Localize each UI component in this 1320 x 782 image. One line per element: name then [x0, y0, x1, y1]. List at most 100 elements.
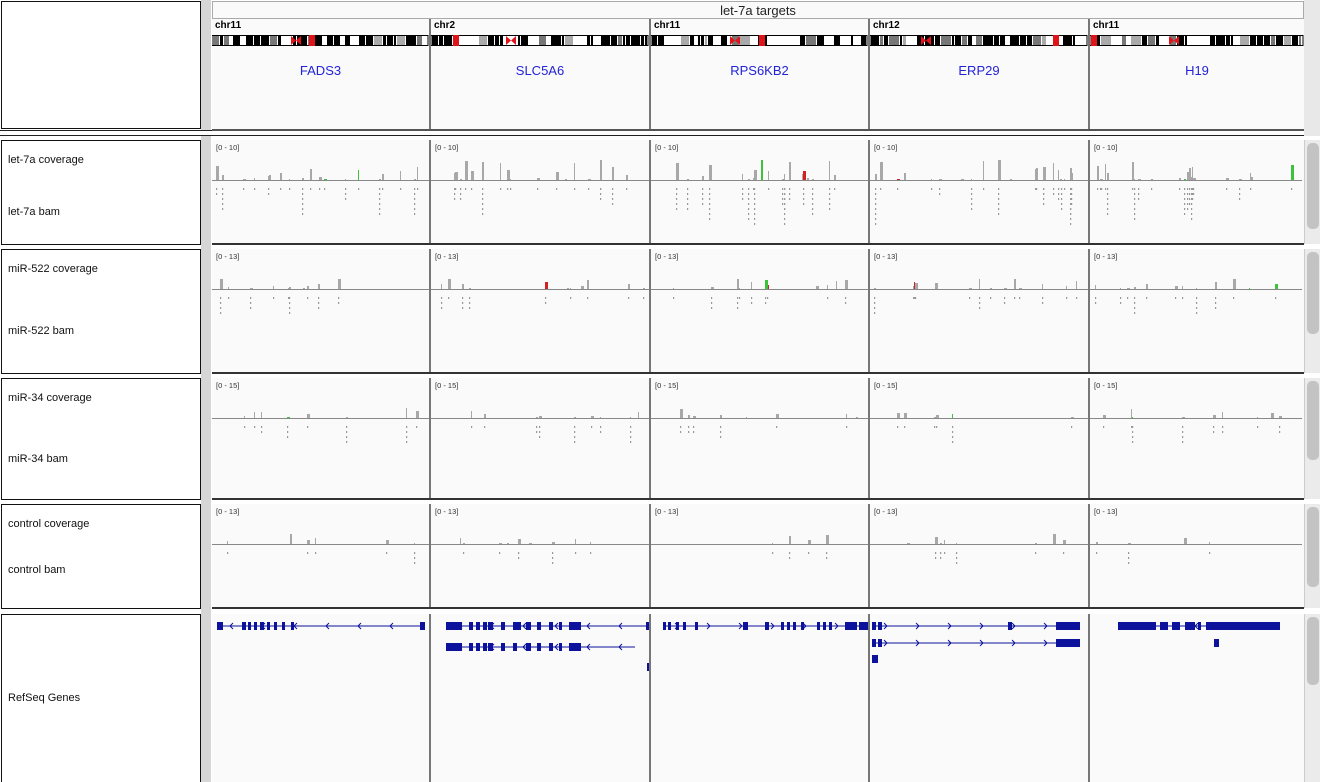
coverage-and-alignment-plot[interactable] [212, 140, 429, 243]
chromosome-label: chr12 [873, 20, 900, 31]
header-right-edge [1304, 0, 1320, 136]
coverage-and-alignment-plot[interactable] [870, 504, 1088, 607]
header-title-bar: let-7a targets [212, 1, 1304, 19]
coverage-and-alignment-plot[interactable] [1090, 378, 1302, 498]
refseq-locus-panel[interactable] [212, 614, 431, 782]
coverage-track-label[interactable]: miR-522 coverage [8, 263, 98, 275]
locus-data-panel[interactable]: [0 - 13] [870, 249, 1090, 372]
coverage-and-alignment-plot[interactable] [870, 378, 1088, 498]
coverage-and-alignment-plot[interactable] [212, 504, 429, 607]
coverage-and-alignment-plot[interactable] [212, 378, 429, 498]
scrollbar-mir-34[interactable] [1304, 378, 1320, 499]
locus-data-panel[interactable]: [0 - 13] [431, 249, 651, 372]
locus-data-panel[interactable]: [0 - 15] [870, 378, 1090, 498]
chromosome-ideogram[interactable] [651, 35, 868, 46]
gene-model-plot[interactable] [651, 614, 868, 782]
coverage-and-alignment-plot[interactable] [870, 140, 1088, 243]
coverage-and-alignment-plot[interactable] [651, 140, 868, 243]
coverage-and-alignment-plot[interactable] [1090, 140, 1302, 243]
chromosome-label: chr2 [434, 20, 456, 31]
coverage-and-alignment-plot[interactable] [651, 378, 868, 498]
coverage-and-alignment-plot[interactable] [1090, 249, 1302, 372]
locus-data-panel[interactable]: [0 - 15] [431, 378, 651, 498]
scrollbar-thumb[interactable] [1307, 381, 1319, 460]
coverage-and-alignment-plot[interactable] [431, 249, 649, 372]
track-name-panel-mir-34: miR-34 coverage miR-34 bam [1, 378, 201, 500]
coverage-and-alignment-plot[interactable] [651, 504, 868, 607]
locus-header-1[interactable]: chr2 SLC5A6 [431, 19, 651, 129]
locus-header-2[interactable]: chr11 RPS6KB2 [651, 19, 870, 129]
refseq-locus-panel[interactable] [1090, 614, 1304, 782]
scrollbar-thumb[interactable] [1307, 252, 1319, 334]
locus-header-0[interactable]: chr11 FADS3 [212, 19, 431, 129]
scrollbar-let-7a[interactable] [1304, 140, 1320, 244]
locus-data-panel[interactable]: [0 - 13] [212, 504, 431, 607]
coverage-track-label[interactable]: control coverage [8, 518, 89, 530]
locus-data-panel[interactable]: [0 - 13] [1090, 249, 1304, 372]
chromosome-label: chr11 [654, 20, 681, 31]
scrollbar-mir-522[interactable] [1304, 249, 1320, 373]
locus-data-panel[interactable]: [0 - 15] [1090, 378, 1304, 498]
gene-model-plot[interactable] [870, 614, 1088, 782]
coverage-track-label[interactable]: let-7a coverage [8, 154, 84, 166]
data-panel-mir-522: [0 - 13] [0 - 13] [0 - 13] [0 - 13] [0 - 13] [212, 249, 1304, 374]
refseq-data-panel [212, 614, 1304, 782]
gene-name-label[interactable]: ERP29 [870, 63, 1088, 78]
bam-track-label[interactable]: let-7a bam [8, 206, 60, 218]
refseq-locus-panel[interactable] [431, 614, 651, 782]
scrollbar-thumb[interactable] [1307, 507, 1319, 587]
locus-data-panel[interactable]: [0 - 13] [651, 504, 870, 607]
coverage-and-alignment-plot[interactable] [651, 249, 868, 372]
coverage-and-alignment-plot[interactable] [212, 249, 429, 372]
scrollbar-refseq[interactable] [1304, 614, 1320, 782]
header-name-panel [1, 1, 201, 129]
locus-data-panel[interactable]: [0 - 13] [212, 249, 431, 372]
coverage-and-alignment-plot[interactable] [431, 140, 649, 243]
chromosome-ideogram[interactable] [870, 35, 1088, 46]
chromosome-ideogram[interactable] [1090, 35, 1304, 46]
gene-name-label[interactable]: RPS6KB2 [651, 63, 868, 78]
track-name-panel-mir-522: miR-522 coverage miR-522 bam [1, 249, 201, 374]
locus-data-panel[interactable]: [0 - 15] [212, 378, 431, 498]
track-name-panel-let-7a: let-7a coverage let-7a bam [1, 140, 201, 245]
coverage-and-alignment-plot[interactable] [431, 504, 649, 607]
locus-data-panel[interactable]: [0 - 13] [870, 504, 1090, 607]
gene-model-plot[interactable] [1090, 614, 1302, 782]
chromosome-ideogram[interactable] [212, 35, 429, 46]
refseq-locus-panel[interactable] [651, 614, 870, 782]
gene-name-label[interactable]: FADS3 [212, 63, 429, 78]
gene-name-label[interactable]: SLC5A6 [431, 63, 649, 78]
left-gutter [201, 0, 211, 782]
chromosome-label: chr11 [1093, 20, 1120, 31]
gene-model-plot[interactable] [431, 614, 649, 782]
locus-data-panel[interactable]: [0 - 15] [651, 378, 870, 498]
locus-data-panel[interactable]: [0 - 10] [651, 140, 870, 243]
chromosome-ideogram[interactable] [431, 35, 649, 46]
coverage-and-alignment-plot[interactable] [431, 378, 649, 498]
locus-data-panel[interactable]: [0 - 13] [1090, 504, 1304, 607]
locus-data-panel[interactable]: [0 - 10] [212, 140, 431, 243]
page-title: let-7a targets [720, 3, 796, 18]
locus-data-panel[interactable]: [0 - 10] [431, 140, 651, 243]
gene-name-label[interactable]: H19 [1090, 63, 1304, 78]
locus-data-panel[interactable]: [0 - 10] [870, 140, 1090, 243]
scrollbar-control[interactable] [1304, 504, 1320, 608]
refseq-track-label[interactable]: RefSeq Genes [8, 692, 80, 704]
data-panel-mir-34: [0 - 15] [0 - 15] [0 - 15] [0 - 15] [0 - 15] [212, 378, 1304, 500]
coverage-and-alignment-plot[interactable] [870, 249, 1088, 372]
locus-header-3[interactable]: chr12 ERP29 [870, 19, 1090, 129]
refseq-locus-panel[interactable] [870, 614, 1090, 782]
locus-data-panel[interactable]: [0 - 10] [1090, 140, 1304, 243]
coverage-and-alignment-plot[interactable] [1090, 504, 1302, 607]
track-name-panel-control: control coverage control bam [1, 504, 201, 609]
scrollbar-thumb[interactable] [1307, 617, 1319, 685]
locus-header-4[interactable]: chr11 H19 [1090, 19, 1304, 129]
bam-track-label[interactable]: miR-522 bam [8, 325, 74, 337]
bam-track-label[interactable]: miR-34 bam [8, 453, 68, 465]
coverage-track-label[interactable]: miR-34 coverage [8, 392, 92, 404]
locus-data-panel[interactable]: [0 - 13] [651, 249, 870, 372]
locus-data-panel[interactable]: [0 - 13] [431, 504, 651, 607]
bam-track-label[interactable]: control bam [8, 564, 65, 576]
gene-model-plot[interactable] [212, 614, 429, 782]
scrollbar-thumb[interactable] [1307, 143, 1319, 229]
